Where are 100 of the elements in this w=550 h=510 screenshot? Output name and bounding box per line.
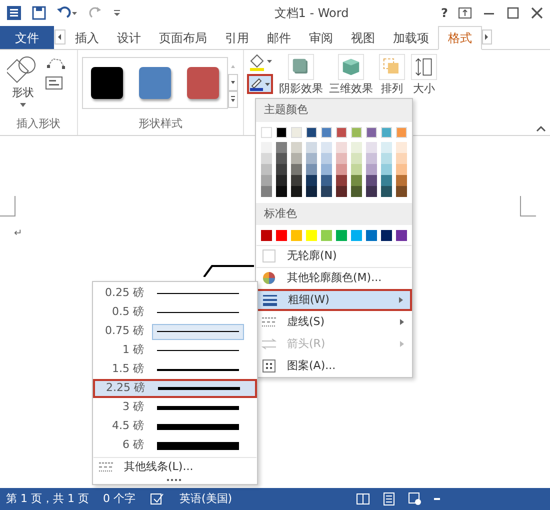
read-mode-icon[interactable] (356, 492, 370, 506)
ribbon-tab[interactable]: 加载项 (384, 26, 438, 49)
ribbon-tab[interactable]: 邮件 (258, 26, 300, 49)
ribbon-button[interactable]: 排列 (376, 50, 408, 98)
color-swatch[interactable] (321, 126, 332, 138)
fill-bucket-icon[interactable] (247, 53, 273, 71)
ribbon-tab[interactable]: 格式 (438, 26, 482, 50)
shade-column[interactable] (366, 142, 377, 196)
color-swatch[interactable] (381, 126, 392, 138)
color-swatch[interactable] (291, 230, 302, 241)
shape-line[interactable] (202, 264, 254, 277)
ribbon-display-icon[interactable] (458, 6, 472, 20)
style-swatch[interactable] (187, 67, 219, 99)
shadow-icon (288, 54, 314, 80)
weight-option[interactable]: 2.25 磅 (93, 379, 257, 398)
submenu-arrow-icon (399, 340, 405, 348)
corner-mark (520, 196, 536, 217)
shade-column[interactable] (396, 142, 407, 196)
cube-icon (338, 54, 364, 80)
zoom-out-icon[interactable] (434, 497, 440, 501)
menu-item[interactable]: 虚线(S) (256, 311, 412, 333)
size-icon (411, 54, 437, 80)
shade-column[interactable] (276, 142, 287, 196)
ribbon-button[interactable]: 三维效果 (326, 50, 376, 98)
ribbon-tab[interactable]: 设计 (108, 26, 150, 49)
help-button[interactable]: ? (441, 4, 448, 22)
arrow-icon (261, 336, 277, 352)
caret-icon (19, 102, 27, 108)
menu-item[interactable]: 图案(A)... (256, 355, 412, 377)
color-swatch[interactable] (396, 126, 407, 138)
scroll-down-icon[interactable] (228, 74, 238, 91)
ribbon-tab[interactable]: 审阅 (300, 26, 342, 49)
text-box-icon[interactable] (45, 76, 63, 90)
menu-item[interactable]: 无轮廓(N) (256, 245, 412, 267)
close-icon[interactable] (530, 6, 544, 20)
shade-column[interactable] (336, 142, 347, 196)
color-swatch[interactable] (381, 230, 392, 241)
shade-column[interactable] (351, 142, 362, 196)
weight-option[interactable]: 1 磅 (93, 341, 257, 360)
paragraph-mark: ↵ (14, 227, 22, 241)
color-swatch[interactable] (321, 230, 332, 241)
weight-option[interactable]: 0.25 磅 (93, 284, 257, 303)
none-icon (261, 248, 277, 264)
ribbon-button[interactable]: 大小 (408, 50, 440, 98)
weight-option[interactable]: 4.5 磅 (93, 417, 257, 436)
shade-column[interactable] (321, 142, 332, 196)
pattern-icon (261, 358, 277, 374)
shade-column[interactable] (291, 142, 302, 196)
ribbon-tab[interactable]: 文件 (0, 26, 54, 49)
arrange-icon (379, 54, 405, 80)
style-swatch[interactable] (91, 67, 123, 99)
color-swatch[interactable] (276, 126, 287, 138)
corner-mark (0, 196, 16, 217)
color-swatch[interactable] (366, 126, 377, 138)
color-swatch[interactable] (366, 230, 377, 241)
menu-heading: 标准色 (256, 202, 412, 225)
ribbon-button[interactable]: 阴影效果 (276, 50, 326, 98)
undo-icon[interactable] (56, 6, 78, 20)
color-swatch[interactable] (306, 126, 317, 138)
outline-button[interactable] (247, 74, 273, 94)
weight-option[interactable]: 0.5 磅 (93, 303, 257, 322)
more-styles-icon[interactable] (228, 91, 238, 108)
color-swatch[interactable] (306, 230, 317, 241)
ribbon-tab[interactable]: 引用 (216, 26, 258, 49)
edit-shape-icon[interactable] (45, 56, 67, 70)
save-icon[interactable] (32, 6, 46, 20)
color-swatch[interactable] (336, 230, 347, 241)
shapes-button[interactable]: 形状 (4, 53, 42, 110)
proofing-icon[interactable] (149, 492, 166, 506)
weight-option[interactable]: 6 磅 (93, 436, 257, 455)
window-title: 文档1 - Word (273, 5, 350, 22)
color-swatch[interactable] (396, 230, 407, 241)
color-swatch[interactable] (276, 230, 287, 241)
style-swatch[interactable] (139, 67, 171, 99)
color-swatch[interactable] (351, 230, 362, 241)
color-swatch[interactable] (336, 126, 347, 138)
customize-icon[interactable] (112, 8, 122, 18)
ribbon-tab[interactable]: 页面布局 (150, 26, 216, 49)
wheel-icon (261, 270, 277, 286)
app-icon (6, 5, 22, 21)
color-swatch[interactable] (261, 230, 272, 241)
weight-option[interactable]: 0.75 磅 (93, 322, 257, 341)
weight-option[interactable]: 1.5 磅 (93, 360, 257, 379)
menu-item[interactable]: 其他线条(L)... (93, 457, 257, 477)
submenu-arrow-icon (398, 296, 404, 304)
shade-column[interactable] (381, 142, 392, 196)
group-label: 形状样式 (138, 116, 184, 132)
ribbon-tab[interactable]: 插入 (66, 26, 108, 49)
maximize-icon[interactable] (506, 6, 520, 20)
color-swatch[interactable] (351, 126, 362, 138)
resize-grip-icon[interactable] (167, 478, 183, 482)
web-layout-icon[interactable] (408, 492, 422, 506)
color-swatch[interactable] (291, 126, 302, 138)
weight-option[interactable]: 3 磅 (93, 398, 257, 417)
print-layout-icon[interactable] (382, 492, 396, 506)
ribbon-tab[interactable]: 视图 (342, 26, 384, 49)
color-swatch[interactable] (261, 126, 272, 138)
shade-column[interactable] (306, 142, 317, 196)
collapse-ribbon-icon[interactable] (535, 124, 547, 132)
menu-item[interactable]: 粗细(W) (256, 289, 412, 311)
